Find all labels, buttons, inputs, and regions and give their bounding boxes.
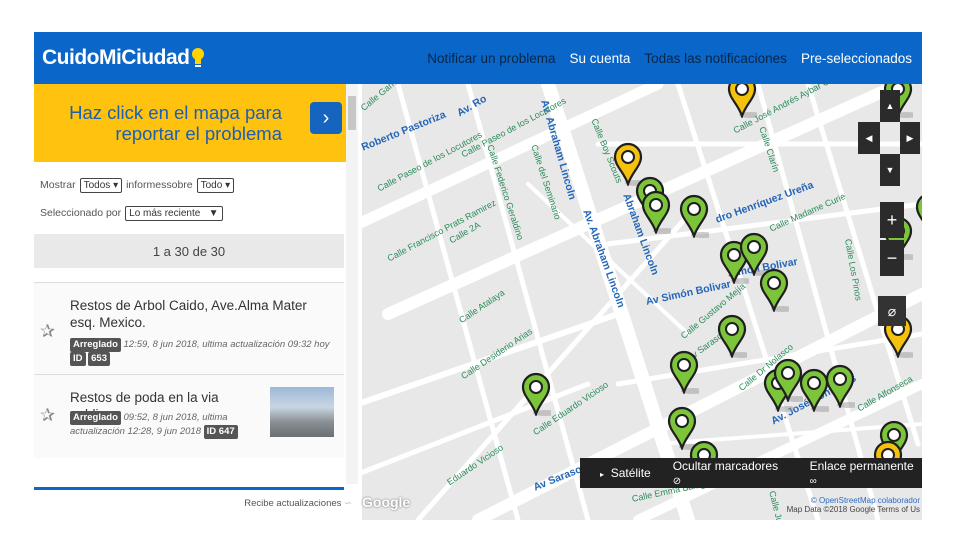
map-pin[interactable] — [717, 314, 747, 358]
map-pin[interactable] — [915, 192, 922, 236]
map-view[interactable]: Roberto Pastoriza Av. Ro Av. Abraham Linco… — [358, 84, 922, 520]
chevron-down-icon: ▾ — [225, 179, 231, 191]
main-nav: Notificar un problema Su cuenta Todas la… — [427, 32, 912, 84]
chevron-down-icon: ▾ — [113, 179, 119, 191]
category-filter-select[interactable]: Todo ▾ — [196, 177, 235, 193]
nav-your-account[interactable]: Su cuenta — [570, 51, 631, 66]
permalink-label: Enlace permanente — [809, 459, 914, 473]
scrollbar-thumb[interactable] — [348, 96, 356, 130]
caret-right-icon: ▸ — [600, 470, 605, 479]
pan-control[interactable]: ▲ ◀ ▶ ▼ — [858, 90, 920, 186]
category-filter-value: Todo — [200, 179, 223, 191]
top-navbar: CuidoMiCiudad Notificar un problema Su c… — [34, 32, 922, 84]
id-badge: ID 647 — [203, 425, 238, 439]
report-meta: Arreglado 12:59, 8 jun 2018, ultima actu… — [70, 338, 332, 366]
osm-attribution[interactable]: © OpenStreetMap colaborador — [787, 496, 920, 505]
google-logo: Google — [362, 494, 411, 510]
pan-left-button[interactable]: ◀ — [858, 122, 880, 154]
report-cta-banner[interactable]: Haz click en el mapa para reportar el pr… — [34, 84, 358, 162]
status-badge: Arreglado — [70, 338, 121, 352]
lightbulb-icon — [191, 47, 205, 69]
cta-text: Haz click en el mapa para reportar el pr… — [69, 102, 282, 144]
status-badge: Arreglado — [70, 411, 121, 425]
zoom-in-button[interactable]: + — [880, 202, 904, 238]
about-label: informessobre — [126, 179, 193, 191]
nav-report-problem[interactable]: Notificar un problema — [427, 51, 555, 66]
app-window: CuidoMiCiudad Notificar un problema Su c… — [34, 32, 922, 520]
eye-off-icon: ⊘ — [672, 476, 682, 487]
map-pin[interactable] — [521, 372, 551, 416]
pan-down-button[interactable]: ▼ — [880, 154, 900, 186]
link-icon: ∞ — [809, 476, 817, 487]
report-list: ✰ Restos de Arbol Caido, Ave.Alma Mater … — [34, 282, 344, 458]
map-pin[interactable] — [825, 364, 855, 408]
map-attribution: © OpenStreetMap colaborador Map Data ©20… — [787, 496, 920, 514]
id-badge: 653 — [88, 352, 110, 366]
pan-up-icon: ▲ — [885, 101, 895, 111]
cta-arrow-button[interactable]: › — [310, 102, 342, 134]
hide-markers-label: Ocultar marcadores — [672, 459, 779, 473]
status-filter-select[interactable]: Todos ▾ — [79, 177, 123, 193]
zoom-out-button[interactable]: − — [880, 240, 904, 276]
report-photo-thumbnail[interactable] — [270, 387, 334, 437]
show-label: Mostrar — [40, 179, 76, 191]
google-attribution[interactable]: Map Data ©2018 Google Terms of Us — [787, 505, 920, 514]
report-title[interactable]: Restos de Arbol Caido, Ave.Alma Mater es… — [70, 297, 320, 331]
results-count: 1 a 30 de 30 — [34, 234, 344, 268]
map-pin[interactable] — [679, 194, 709, 238]
pan-left-icon: ◀ — [865, 132, 873, 143]
map-pin[interactable] — [727, 84, 757, 118]
pan-up-button[interactable]: ▲ — [880, 90, 900, 122]
report-timestamps: 09:52, 8 jun 2018, ultima — [123, 412, 228, 423]
list-item[interactable]: ✰ Restos de poda en la via publica Arreg… — [34, 374, 344, 458]
subscribe-link[interactable]: Recibe actualizaciones ∽ — [244, 498, 352, 509]
sort-value: Lo más reciente — [129, 207, 201, 219]
pin-off-icon: ⌀ — [887, 302, 897, 319]
report-timestamps-2: actualización 12:28, 9 jun 2018 — [70, 426, 201, 437]
pan-right-button[interactable]: ▶ — [900, 122, 920, 154]
pan-right-icon: ▶ — [906, 132, 914, 143]
cta-line-1: Haz click en el mapa para — [69, 102, 282, 123]
report-sidebar: Haz click en el mapa para reportar el pr… — [34, 84, 358, 520]
filters-form: Mostrar Todos ▾ informessobre Todo ▾ Sel… — [40, 174, 235, 230]
site-logo[interactable]: CuidoMiCiudad — [42, 46, 205, 70]
plus-icon: + — [886, 209, 898, 230]
chevron-right-icon: › — [322, 106, 330, 129]
star-icon[interactable]: ✰ — [40, 321, 55, 342]
star-icon[interactable]: ✰ — [40, 405, 55, 426]
list-item[interactable]: ✰ Restos de Arbol Caido, Ave.Alma Mater … — [34, 282, 344, 374]
dropdown-arrow-icon: ▼ — [208, 207, 219, 219]
permalink-link[interactable]: Enlace permanente ∞ — [810, 459, 922, 487]
nav-shortlisted[interactable]: Pre-seleccionados — [801, 51, 912, 66]
satellite-toggle[interactable]: ▸ Satélite — [600, 466, 651, 480]
id-label-badge: ID — [70, 352, 86, 366]
cta-line-2: reportar el problema — [115, 123, 282, 144]
sidebar-scrollbar[interactable] — [346, 84, 358, 484]
rss-icon: ∽ — [344, 498, 352, 509]
map-toolbar: ▸ Satélite Ocultar marcadores ⊘ Enlace p… — [580, 458, 922, 488]
minus-icon: − — [886, 247, 898, 268]
pan-down-icon: ▼ — [885, 165, 895, 175]
sort-label: Seleccionado por — [40, 207, 122, 219]
subscribe-text: Recibe actualizaciones — [244, 498, 342, 509]
map-pin[interactable] — [759, 268, 789, 312]
hide-pins-button[interactable]: ⌀ — [878, 296, 906, 326]
sidebar-footer-divider — [34, 487, 344, 490]
status-filter-value: Todos — [83, 179, 111, 191]
satellite-label: Satélite — [610, 466, 651, 480]
sort-select[interactable]: Lo más reciente ▼ — [125, 205, 223, 221]
hide-markers-toggle[interactable]: Ocultar marcadores ⊘ — [673, 459, 788, 487]
report-meta: Arreglado 09:52, 8 jun 2018, ultima actu… — [70, 411, 270, 439]
map-pin[interactable] — [669, 350, 699, 394]
nav-all-reports[interactable]: Todas las notificaciones — [644, 51, 787, 66]
map-pin[interactable] — [641, 190, 671, 234]
report-timestamps: 12:59, 8 jun 2018, ultima actualización … — [123, 339, 330, 350]
logo-text: CuidoMiCiudad — [42, 46, 190, 69]
